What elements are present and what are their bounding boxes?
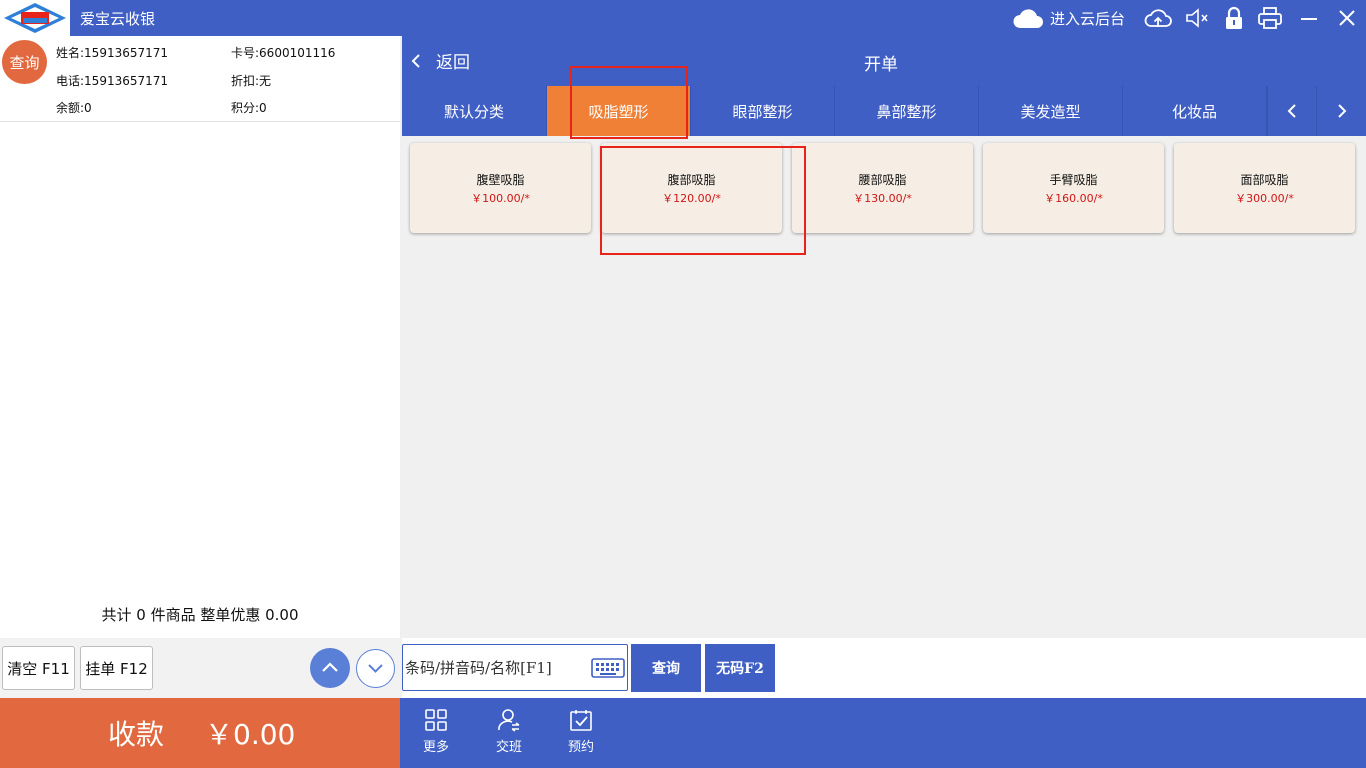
- nav-appointment[interactable]: 预约: [556, 708, 606, 755]
- title-bar: 爱宝云收银 进入云后台: [0, 0, 1366, 36]
- printer-icon[interactable]: [1257, 6, 1283, 30]
- hold-order-button[interactable]: 挂单 F12: [80, 646, 153, 690]
- cloud-backend-label: 进入云后台: [1050, 9, 1126, 28]
- member-discount: 折扣:无: [231, 74, 272, 88]
- cloud-backend-link[interactable]: 进入云后台: [1012, 4, 1125, 32]
- member-name: 姓名:15913657171: [56, 46, 169, 60]
- tab-hair-styling[interactable]: 美发造型: [979, 86, 1123, 136]
- member-query-button[interactable]: 查询: [2, 40, 47, 84]
- checkout-amount: ￥0.00: [205, 718, 296, 751]
- product-price: ￥160.00/*: [1044, 192, 1103, 205]
- product-card[interactable]: 面部吸脂 ￥300.00/*: [1174, 143, 1355, 233]
- tab-cosmetics[interactable]: 化妆品: [1123, 86, 1267, 136]
- app-logo: [0, 0, 70, 36]
- back-label: 返回: [436, 53, 470, 73]
- product-name: 腰部吸脂: [858, 173, 907, 187]
- keyboard-icon[interactable]: [591, 658, 625, 678]
- product-price: ￥130.00/*: [853, 192, 912, 205]
- product-card[interactable]: 腹部吸脂 ￥120.00/*: [601, 143, 782, 233]
- grid-icon: [425, 709, 447, 731]
- product-price: ￥300.00/*: [1235, 192, 1294, 205]
- no-barcode-button[interactable]: 无码F2: [705, 644, 775, 692]
- search-field[interactable]: [402, 644, 628, 691]
- product-name: 腹壁吸脂: [476, 173, 525, 187]
- category-tabs: 默认分类 吸脂塑形 眼部整形 鼻部整形 美发造型 化妆品: [402, 86, 1366, 136]
- nav-shift-label: 交班: [495, 740, 522, 755]
- product-price: ￥120.00/*: [662, 192, 721, 205]
- scroll-down-button[interactable]: [356, 649, 395, 688]
- cloud-upload-icon[interactable]: [1143, 6, 1173, 30]
- product-name: 手臂吸脂: [1049, 173, 1098, 187]
- cloud-icon: [1013, 9, 1043, 28]
- chevron-down-icon: [368, 664, 383, 673]
- logo-icon: [4, 3, 66, 33]
- cart-summary: 共计 0 件商品 整单优惠 0.00: [101, 606, 299, 624]
- product-price: ￥100.00/*: [471, 192, 530, 205]
- user-exchange-icon: [498, 709, 520, 732]
- member-card: 卡号:6600101116: [231, 46, 336, 60]
- app-title: 爱宝云收银: [80, 10, 156, 28]
- tab-nose-surgery[interactable]: 鼻部整形: [835, 86, 979, 136]
- checkout-label: 收款: [108, 718, 165, 751]
- order-header: 返回 开单: [402, 36, 1366, 86]
- tab-eye-surgery[interactable]: 眼部整形: [691, 86, 835, 136]
- checkout-button[interactable]: 收款 ￥0.00: [0, 698, 400, 768]
- nav-shift-handover[interactable]: 交班: [484, 708, 534, 755]
- member-phone: 电话:15913657171: [56, 74, 169, 88]
- member-points: 积分:0: [231, 101, 267, 115]
- tabs-next-button[interactable]: [1316, 86, 1366, 136]
- nav-appointment-label: 预约: [567, 740, 594, 755]
- product-card[interactable]: 腰部吸脂 ￥130.00/*: [792, 143, 973, 233]
- calendar-check-icon: [570, 710, 592, 731]
- tab-default-category[interactable]: 默认分类: [402, 86, 547, 136]
- bottom-nav: 更多 交班 预约: [400, 698, 1366, 768]
- product-name: 腹部吸脂: [667, 173, 716, 187]
- cart-panel: 查询 姓名:15913657171 卡号:6600101116 电话:15913…: [0, 36, 400, 698]
- search-button[interactable]: 查询: [631, 644, 701, 692]
- nav-more[interactable]: 更多: [411, 708, 461, 755]
- product-name: 面部吸脂: [1240, 173, 1289, 187]
- chevron-right-icon: [1337, 104, 1346, 118]
- back-button[interactable]: 返回: [410, 48, 470, 73]
- scroll-up-button[interactable]: [310, 648, 350, 688]
- chevron-left-icon: [1287, 104, 1296, 118]
- minimize-icon[interactable]: [1297, 6, 1323, 30]
- volume-mute-icon[interactable]: [1184, 6, 1210, 30]
- chevron-left-icon: [411, 53, 420, 68]
- close-icon[interactable]: [1334, 6, 1360, 30]
- divider: [0, 121, 400, 122]
- nav-more-label: 更多: [422, 740, 449, 755]
- member-balance: 余额:0: [56, 101, 92, 115]
- page-title: 开单: [864, 55, 898, 75]
- chevron-up-icon: [322, 662, 338, 672]
- tab-liposuction[interactable]: 吸脂塑形: [547, 86, 691, 136]
- tabs-prev-button[interactable]: [1267, 86, 1315, 136]
- clear-cart-button[interactable]: 清空 F11: [2, 646, 75, 690]
- lock-icon[interactable]: [1221, 6, 1247, 30]
- product-card[interactable]: 腹壁吸脂 ￥100.00/*: [410, 143, 591, 233]
- search-input[interactable]: [405, 645, 589, 690]
- product-card[interactable]: 手臂吸脂 ￥160.00/*: [983, 143, 1164, 233]
